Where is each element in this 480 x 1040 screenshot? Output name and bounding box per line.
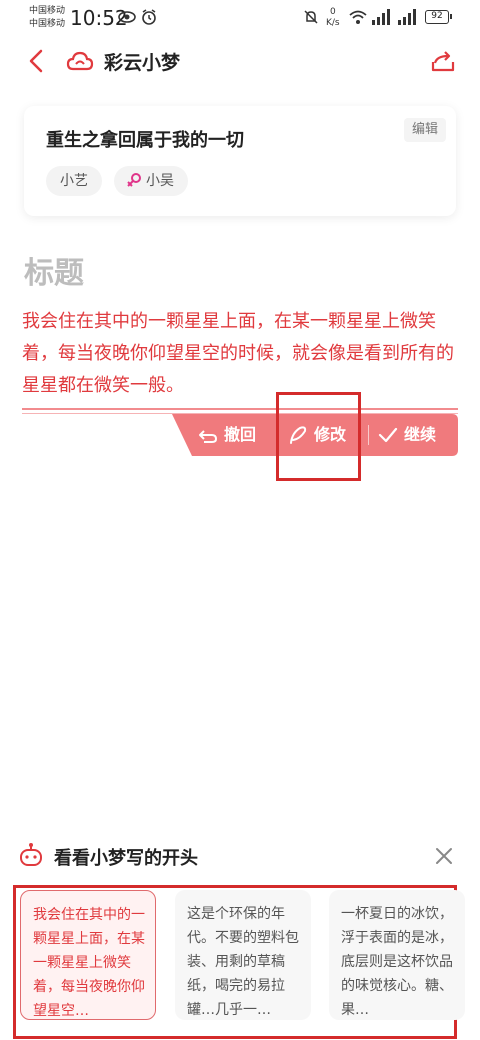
robot-icon — [18, 842, 44, 868]
eye-icon — [118, 8, 136, 30]
close-icon[interactable] — [434, 846, 454, 866]
highlight-box-modify — [276, 392, 361, 481]
battery-indicator: 92 — [425, 10, 452, 24]
suggestions-title: 看看小梦写的开头 — [54, 848, 198, 869]
edit-button[interactable]: 编辑 — [403, 118, 446, 142]
net-speed-unit: K/s — [326, 18, 340, 28]
undo-icon — [199, 430, 218, 443]
top-nav: 彩云小梦 — [0, 36, 480, 88]
role-chip[interactable]: 小艺 — [46, 166, 102, 196]
check-icon — [378, 427, 398, 443]
carrier-2: 中国移动 — [29, 19, 66, 29]
undo-button[interactable]: 撤回 — [198, 414, 278, 456]
suggestion-card[interactable]: 一杯夏日的冰饮，浮于表面的是冰，底层则是这杯饮品的味觉核心。糖、果… — [329, 890, 465, 1020]
title-input[interactable]: 标题 — [24, 248, 84, 292]
role-name: 小吴 — [146, 173, 174, 189]
alarm-icon — [140, 8, 158, 30]
role-name: 小艺 — [60, 173, 88, 189]
continue-label: 继续 — [404, 425, 437, 444]
undo-label: 撤回 — [224, 425, 257, 444]
wifi-icon — [348, 8, 368, 30]
back-icon[interactable] — [26, 48, 48, 74]
suggestions-list: 我会住在其中的一颗星星上面，在某一颗星星上微笑着，每当夜晚你仰望星空… 这是个环… — [13, 885, 465, 1039]
story-text[interactable]: 我会住在其中的一颗星星上面，在某一颗星星上微笑着，每当夜晚你仰望星空的时候，就会… — [22, 306, 462, 402]
story-title: 重生之拿回属于我的一切 — [46, 130, 244, 151]
story-card[interactable]: 重生之拿回属于我的一切 编辑 小艺 小吴 — [24, 106, 456, 216]
suggestion-card[interactable]: 这是个环保的年代。不要的塑料包装、用剩的草稿纸，喝完的易拉罐…几乎一… — [175, 890, 311, 1020]
carrier-1: 中国移动 — [29, 6, 66, 16]
net-speed-value: 0 — [329, 7, 336, 17]
mute-bell-icon — [302, 8, 320, 30]
role-chip[interactable]: 小吴 — [114, 166, 188, 196]
signal-icon-2 — [396, 8, 418, 30]
net-speed: 0 K/s — [326, 7, 340, 29]
status-bar: 中国移动 中国移动 10:52 0 K/s 92 — [0, 0, 480, 36]
suggestions-header: 看看小梦写的开头 — [0, 838, 480, 874]
nav-title: 彩云小梦 — [104, 52, 181, 74]
continue-button[interactable]: 继续 — [378, 414, 458, 456]
cloud-logo-icon — [66, 48, 94, 76]
text-divider — [22, 408, 458, 410]
suggestion-card[interactable]: 我会住在其中的一颗星星上面，在某一颗星星上微笑着，每当夜晚你仰望星空… — [20, 890, 156, 1020]
separator — [368, 425, 369, 445]
carrier-labels: 中国移动 中国移动 — [29, 5, 65, 31]
female-icon — [126, 169, 142, 187]
signal-icon-1 — [370, 8, 392, 30]
share-icon[interactable] — [430, 48, 456, 74]
